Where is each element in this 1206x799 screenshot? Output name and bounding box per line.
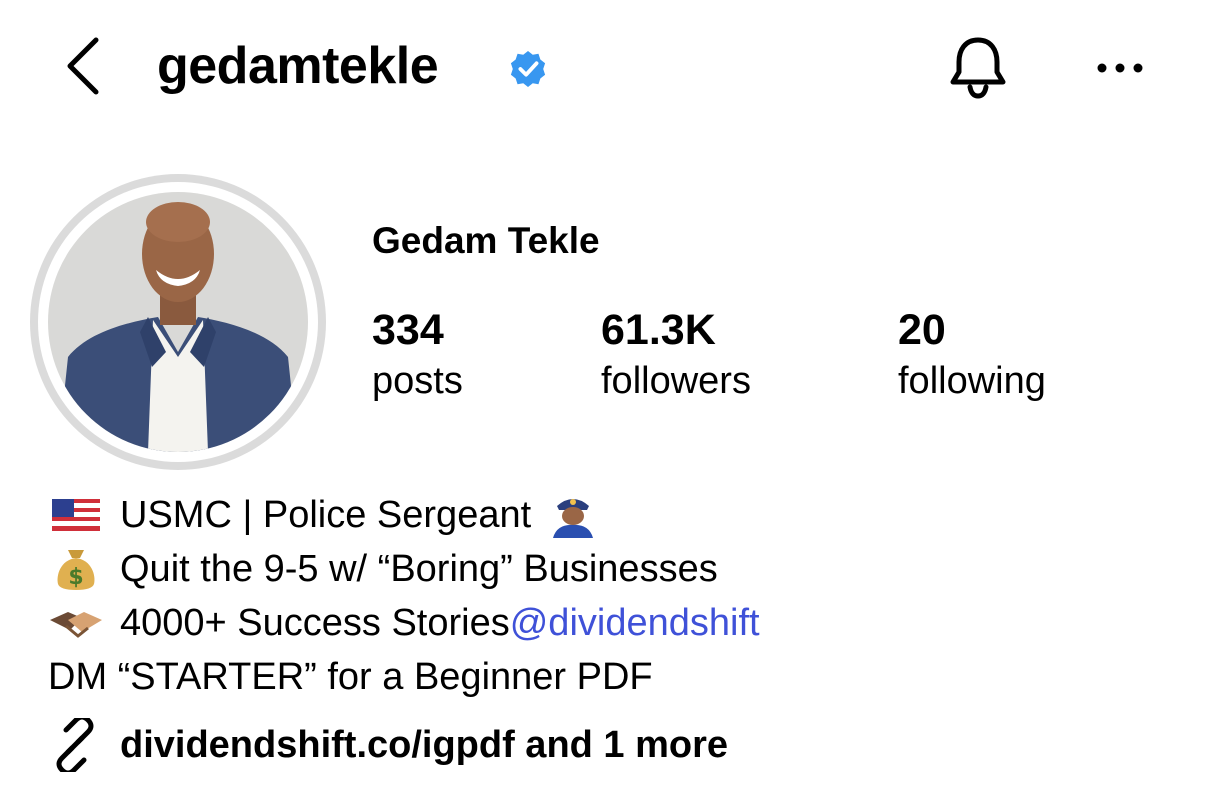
profile-header: gedamtekle [0, 0, 1206, 135]
avatar-photo [48, 192, 308, 452]
followers-stat[interactable]: 61.3K followers [601, 304, 751, 406]
verified-badge-icon [510, 50, 546, 88]
followers-count: 61.3K [601, 306, 716, 354]
link-text: dividendshift.co/igpdf and 1 more [120, 723, 729, 766]
svg-text:$: $ [68, 565, 83, 590]
display-name: Gedam Tekle [372, 220, 600, 261]
bio-text: DM “STARTER” for a Beginner PDF [48, 656, 653, 698]
bio-text: Quit the 9-5 w/ “Boring” Businesses [120, 548, 718, 590]
bio-text: 4000+ Success Stories [120, 602, 510, 644]
more-horizontal-icon[interactable] [1092, 50, 1148, 86]
bio-link[interactable]: dividendshift.co/igpdf and 1 more [48, 716, 728, 774]
mention-link[interactable]: @dividendshift [510, 596, 760, 650]
handshake-icon [50, 612, 102, 638]
following-label: following [898, 360, 1046, 402]
bio-line: USMC | Police Sergeant [48, 488, 760, 542]
us-flag-icon [52, 499, 100, 531]
following-stat[interactable]: 20 following [898, 304, 1046, 406]
following-count: 20 [898, 306, 946, 354]
followers-label: followers [601, 360, 751, 402]
chevron-left-icon[interactable] [58, 34, 108, 98]
bio-line: $ Quit the 9-5 w/ “Boring” Businesses [48, 542, 760, 596]
posts-count: 334 [372, 306, 444, 354]
police-officer-icon [553, 499, 594, 538]
money-bag-icon: $ [57, 550, 95, 590]
bio-line: DM “STARTER” for a Beginner PDF [48, 650, 760, 704]
bio-text: USMC | Police Sergeant [120, 494, 532, 536]
posts-stat[interactable]: 334 posts [372, 304, 463, 406]
profile-avatar[interactable] [30, 174, 326, 470]
username: gedamtekle [157, 37, 439, 95]
link-icon [56, 718, 94, 772]
bio: USMC | Police Sergeant $ Quit the 9-5 w/… [48, 488, 760, 704]
bio-line: 4000+ Success Stories @dividendshift [48, 596, 760, 650]
bell-icon[interactable] [945, 32, 1011, 100]
posts-label: posts [372, 360, 463, 402]
